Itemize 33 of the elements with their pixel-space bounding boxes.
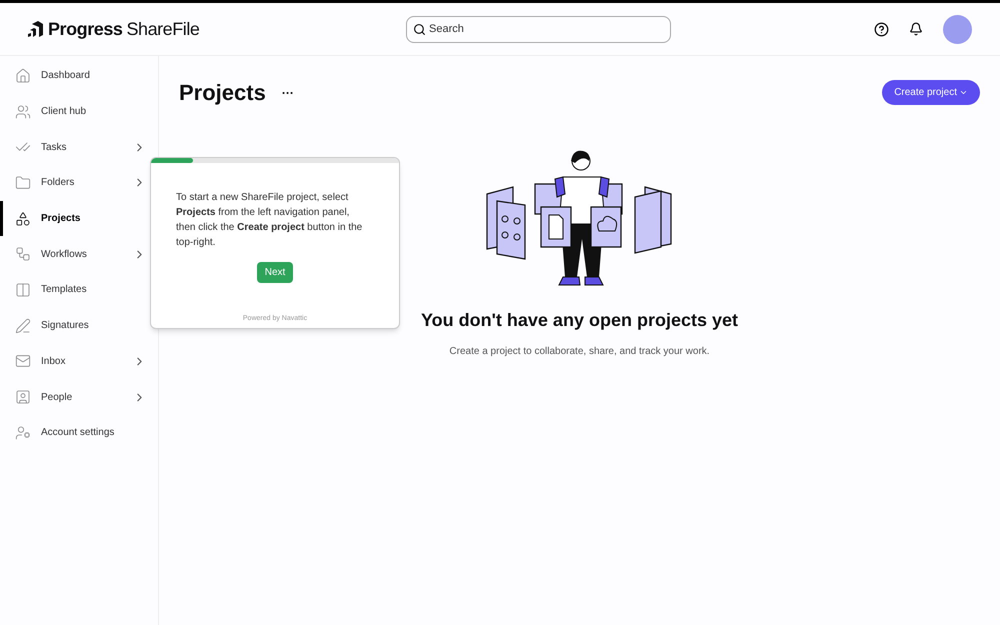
sidebar-item[interactable]: Client hub [0,94,158,130]
pen-icon [15,318,31,334]
shapes-icon [15,210,31,227]
sidebar-item[interactable]: Inbox [0,344,158,380]
sidebar-item[interactable]: Dashboard [0,58,158,94]
logo[interactable]: Progress ShareFile [28,16,406,42]
users-icon [15,104,31,120]
empty-state-subtitle: Create a project to collaborate, share, and track your work. [449,345,710,359]
help-icon[interactable] [874,22,889,36]
user-gear-icon [15,424,31,441]
tour-text: To start a new ShareFile project, select Projects from the left navigation panel, then click the Create project button in the top-right. [175,191,364,250]
search-field[interactable]: Search [406,16,671,42]
folder-icon [15,174,31,191]
more-button[interactable]: ··· [282,84,294,102]
sidebar-item[interactable]: People [0,379,158,415]
columns-icon [15,282,31,298]
empty-state-title: You don't have any open projects yet [420,309,738,332]
envelope-icon [15,353,31,370]
sidebar-item[interactable]: Folders [0,165,158,201]
sidebar-item[interactable]: Account settings [0,414,158,451]
sidebar-item[interactable]: Signatures [0,308,158,344]
create-project-button[interactable]: Create project [882,80,980,105]
chevron-down-icon [959,88,968,97]
workflow-icon [15,246,31,262]
contact-card-icon [15,389,31,406]
logo-mark-icon [28,21,44,37]
house-icon [15,68,31,84]
sidebar-item[interactable]: Tasks [0,129,158,166]
sidebar-item[interactable]: Workflows [0,236,158,272]
sidebar-item[interactable]: Templates [0,272,158,308]
bell-icon[interactable] [909,22,923,36]
page-title: Projects [179,79,266,107]
search-icon [413,22,426,36]
